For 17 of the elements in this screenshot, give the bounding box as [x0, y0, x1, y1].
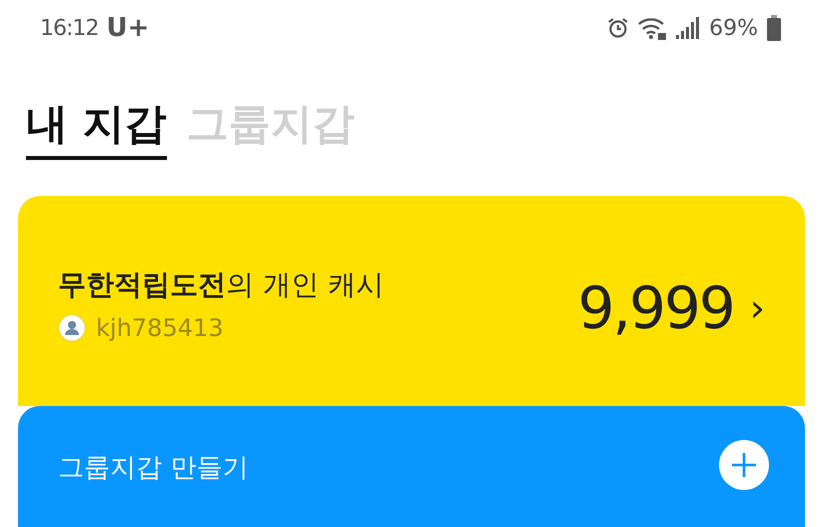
user-avatar-icon	[58, 314, 86, 342]
wallet-card[interactable]: 무한적립도전의 개인 캐시 kjh785413 9,999 ›	[18, 196, 805, 406]
status-time: 16:12	[40, 16, 98, 40]
signal-icon	[675, 16, 702, 40]
alarm-icon	[607, 17, 630, 39]
add-button[interactable]	[719, 440, 769, 490]
chevron-icon: ›	[750, 286, 765, 330]
carrier-label: U+	[106, 13, 150, 43]
user-id: kjh785413	[96, 314, 224, 342]
wifi-icon	[637, 16, 668, 40]
create-group-label: 그룹지갑 만들기	[58, 452, 248, 485]
battery-percent: 69%	[709, 16, 758, 40]
battery-icon	[766, 15, 782, 41]
cash-amount: 9,999	[578, 274, 734, 342]
plus-icon	[731, 452, 757, 478]
wallet-title: 무한적립도전의 개인 캐시	[58, 267, 384, 303]
wallet-tab[interactable]: 내 지갑	[26, 96, 167, 160]
